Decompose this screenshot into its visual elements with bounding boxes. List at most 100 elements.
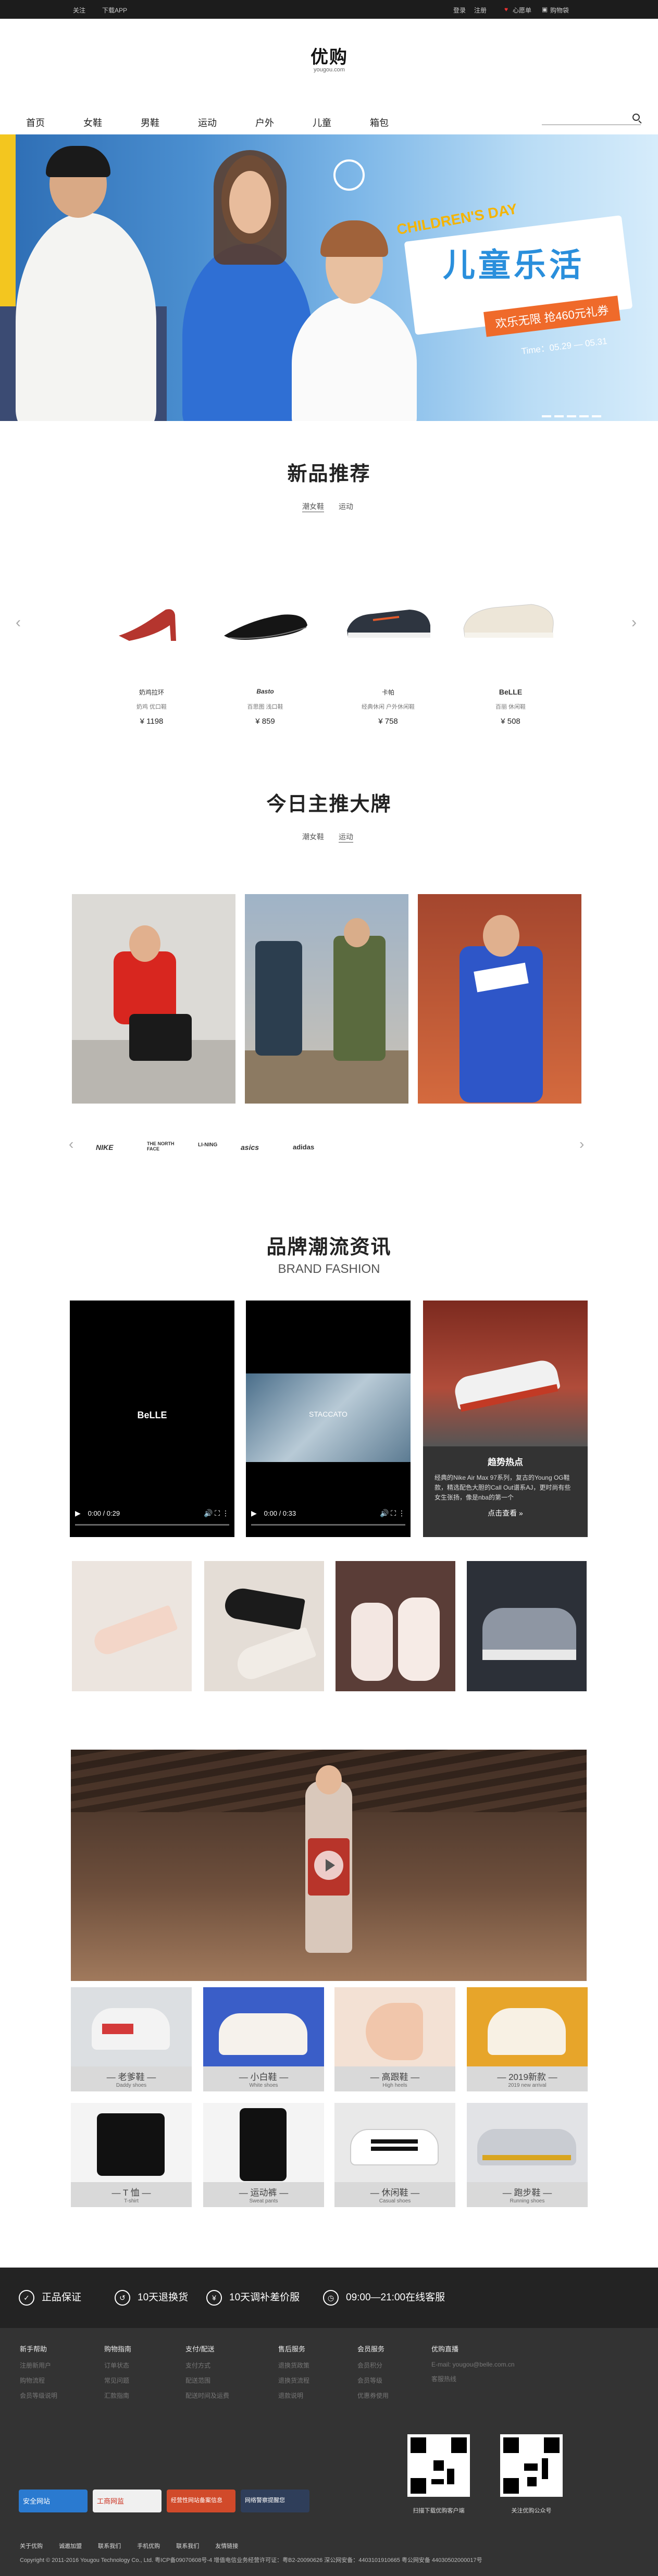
video-progress[interactable] xyxy=(251,1524,405,1526)
login-link[interactable]: 登录 xyxy=(453,6,466,15)
category-name: — T 恤 — xyxy=(111,2188,151,2198)
footer-column: 支付/配送 支付方式 配送范围 配送时间及运费 xyxy=(185,2345,230,2399)
footer-link[interactable]: 联系我们 xyxy=(98,2543,121,2549)
model-girl-hair xyxy=(320,220,388,257)
footer-link[interactable]: 关于优购 xyxy=(20,2543,43,2549)
nav-item-sports[interactable]: 运动 xyxy=(198,116,217,129)
prev-arrow-icon[interactable]: ‹ xyxy=(69,1136,73,1153)
top-bar: 关注 下载APP 登录 注册 ♥ 心愿单 ▣ 购物袋 xyxy=(0,0,658,19)
prev-arrow-icon[interactable]: ‹ xyxy=(16,614,21,631)
product-image-sneakers[interactable] xyxy=(342,599,436,646)
video-controls[interactable]: ▶ 0:00 / 0:33 🔊 ⛶ ⋮ xyxy=(251,1509,405,1519)
product-brand: 卡帕 xyxy=(381,689,394,696)
follow-link[interactable]: 关注 xyxy=(73,6,85,15)
play-icon[interactable]: ▶ xyxy=(251,1509,257,1517)
wishlist-link[interactable]: 心愿单 xyxy=(513,6,531,15)
product-price: ¥ 508 xyxy=(501,717,520,726)
cert-badge[interactable]: 经营性网站备案信息 xyxy=(167,2490,235,2512)
footer: 新手帮助 注册新用户 购物流程 会员等级说明 购物指南 订单状态 常见问题 汇款… xyxy=(0,2328,658,2576)
model-boy-hair xyxy=(46,146,110,177)
cart-link[interactable]: 购物袋 xyxy=(550,6,569,15)
video-menu-icons[interactable]: 🔊 ⛶ ⋮ xyxy=(204,1509,229,1518)
category-tile[interactable]: — 休闲鞋 — Casual shoes xyxy=(334,2103,455,2207)
tab-women-shoes[interactable]: 潮女鞋 xyxy=(302,501,324,512)
next-arrow-icon[interactable]: › xyxy=(631,614,637,631)
cert-badge[interactable]: 网络警察提醒您 xyxy=(241,2490,309,2512)
fashion-tile-2[interactable] xyxy=(204,1561,324,1691)
video-player-2[interactable]: STACCATO ▶ 0:00 / 0:33 🔊 ⛶ ⋮ xyxy=(246,1301,411,1537)
product-card-1[interactable]: 奶鸡拉环 奶鸡 优口鞋 ¥ 1198 xyxy=(107,688,196,726)
site-logo[interactable]: 优购 yougou.com xyxy=(307,48,351,73)
category-tile[interactable]: — 高跟鞋 — High heels xyxy=(334,1987,455,2091)
cert-badge[interactable]: 安全网站 xyxy=(19,2490,88,2512)
product-image-white-shoes[interactable] xyxy=(458,592,557,644)
footer-link[interactable]: 联系我们 xyxy=(176,2543,199,2549)
tab-sports[interactable]: 运动 xyxy=(339,832,353,843)
product-image-red-heels[interactable] xyxy=(114,599,187,646)
brand-logo-lining[interactable]: LI-NING xyxy=(198,1142,217,1148)
model-boy xyxy=(16,213,156,421)
footer-column: 新手帮助 注册新用户 购物流程 会员等级说明 xyxy=(20,2345,58,2399)
brand-logo-asics[interactable]: asics xyxy=(241,1143,259,1151)
fashion-subtitle: BRAND FASHION xyxy=(278,1262,380,1276)
tab-women-shoes[interactable]: 潮女鞋 xyxy=(302,832,324,842)
play-icon[interactable]: ▶ xyxy=(75,1509,81,1517)
banner-title: 儿童乐活 xyxy=(443,247,585,283)
download-app-link[interactable]: 下载APP xyxy=(102,6,127,15)
hero-banner[interactable]: CHILDREN'S DAY 儿童乐活 欢乐无限 抢460元礼券 Time：05… xyxy=(0,134,658,421)
search-input[interactable] xyxy=(542,114,641,125)
nav-item-outdoor[interactable]: 户外 xyxy=(255,116,274,129)
product-brand: BeLLE xyxy=(499,688,523,696)
product-card-4[interactable]: BeLLE 百丽 休闲鞋 ¥ 508 xyxy=(466,688,555,726)
carousel-dots[interactable] xyxy=(542,411,604,420)
nav-item-bags[interactable]: 箱包 xyxy=(370,116,389,129)
product-card-3[interactable]: 卡帕 经典休闲 户外休闲鞋 ¥ 758 xyxy=(344,688,432,726)
footer-link[interactable]: 诚邀加盟 xyxy=(59,2543,82,2549)
footer-link[interactable]: 友情链接 xyxy=(215,2543,238,2549)
video-controls[interactable]: ▶ 0:00 / 0:29 🔊 ⛶ ⋮ xyxy=(75,1509,229,1519)
brand-logo-nike[interactable]: NIKE xyxy=(96,1143,113,1151)
nav-item-women[interactable]: 女鞋 xyxy=(83,116,102,129)
nav-item-kids[interactable]: 儿童 xyxy=(313,116,331,129)
feature-video[interactable] xyxy=(71,1750,587,1981)
category-tile[interactable]: — 跑步鞋 — Running shoes xyxy=(467,2103,588,2207)
cert-badge[interactable]: 工商网监 xyxy=(93,2490,162,2512)
fashion-tile-1[interactable] xyxy=(72,1561,192,1691)
video-menu-icons[interactable]: 🔊 ⛶ ⋮ xyxy=(380,1509,405,1518)
trend-image[interactable] xyxy=(423,1301,588,1446)
copyright: Copyright © 2011-2016 Yougou Technology … xyxy=(20,2557,482,2563)
brand-photo-3[interactable] xyxy=(418,894,581,1104)
category-tile[interactable]: — 运动裤 — Sweat pants xyxy=(203,2103,324,2207)
category-name: — 高跟鞋 — xyxy=(370,2072,420,2082)
category-tile[interactable]: — 老爹鞋 — Daddy shoes xyxy=(71,1987,192,2091)
heart-icon: ♥ xyxy=(504,6,508,13)
qr-code-wechat xyxy=(500,2434,563,2497)
fashion-tile-4[interactable] xyxy=(467,1561,587,1691)
footer-link[interactable]: 手机优购 xyxy=(137,2543,160,2549)
brand-photo-1[interactable] xyxy=(72,894,235,1104)
play-button-icon[interactable] xyxy=(314,1851,343,1880)
brand-photo-2[interactable] xyxy=(245,894,408,1104)
register-link[interactable]: 注册 xyxy=(474,6,487,15)
category-tile[interactable]: — 2019新款 —2019 new arrival xyxy=(467,1987,588,2091)
video-time: 0:00 / 0:29 xyxy=(88,1509,120,1517)
model-woman-face xyxy=(229,171,271,233)
trend-link[interactable]: 点击查看 » xyxy=(423,1508,588,1518)
brand-logo-northface[interactable]: THE NORTH FACE xyxy=(147,1141,178,1151)
search-icon[interactable] xyxy=(632,114,640,121)
category-tile[interactable]: — T 恤 — T-shirt xyxy=(71,2103,192,2207)
bag-icon: ▣ xyxy=(542,6,548,13)
video-player-1[interactable]: BeLLE ▶ 0:00 / 0:29 🔊 ⛶ ⋮ xyxy=(70,1301,234,1537)
tab-sports[interactable]: 运动 xyxy=(339,501,353,512)
next-arrow-icon[interactable]: › xyxy=(579,1136,584,1153)
qr-label: 关注优购公众号 xyxy=(511,2508,552,2514)
category-tile[interactable]: — 小白鞋 — White shoes xyxy=(203,1987,324,2091)
nav-item-men[interactable]: 男鞋 xyxy=(141,116,159,129)
nav-item-home[interactable]: 首页 xyxy=(26,116,45,129)
service-item: ↺ 10天退换货 xyxy=(115,2289,188,2306)
product-image-black-flats[interactable] xyxy=(219,604,313,646)
video-progress[interactable] xyxy=(75,1524,229,1526)
fashion-tile-3[interactable] xyxy=(336,1561,455,1691)
product-card-2[interactable]: Basto 百思图 浅口鞋 ¥ 859 xyxy=(221,688,309,726)
brand-logo-adidas[interactable]: adidas xyxy=(293,1143,314,1151)
